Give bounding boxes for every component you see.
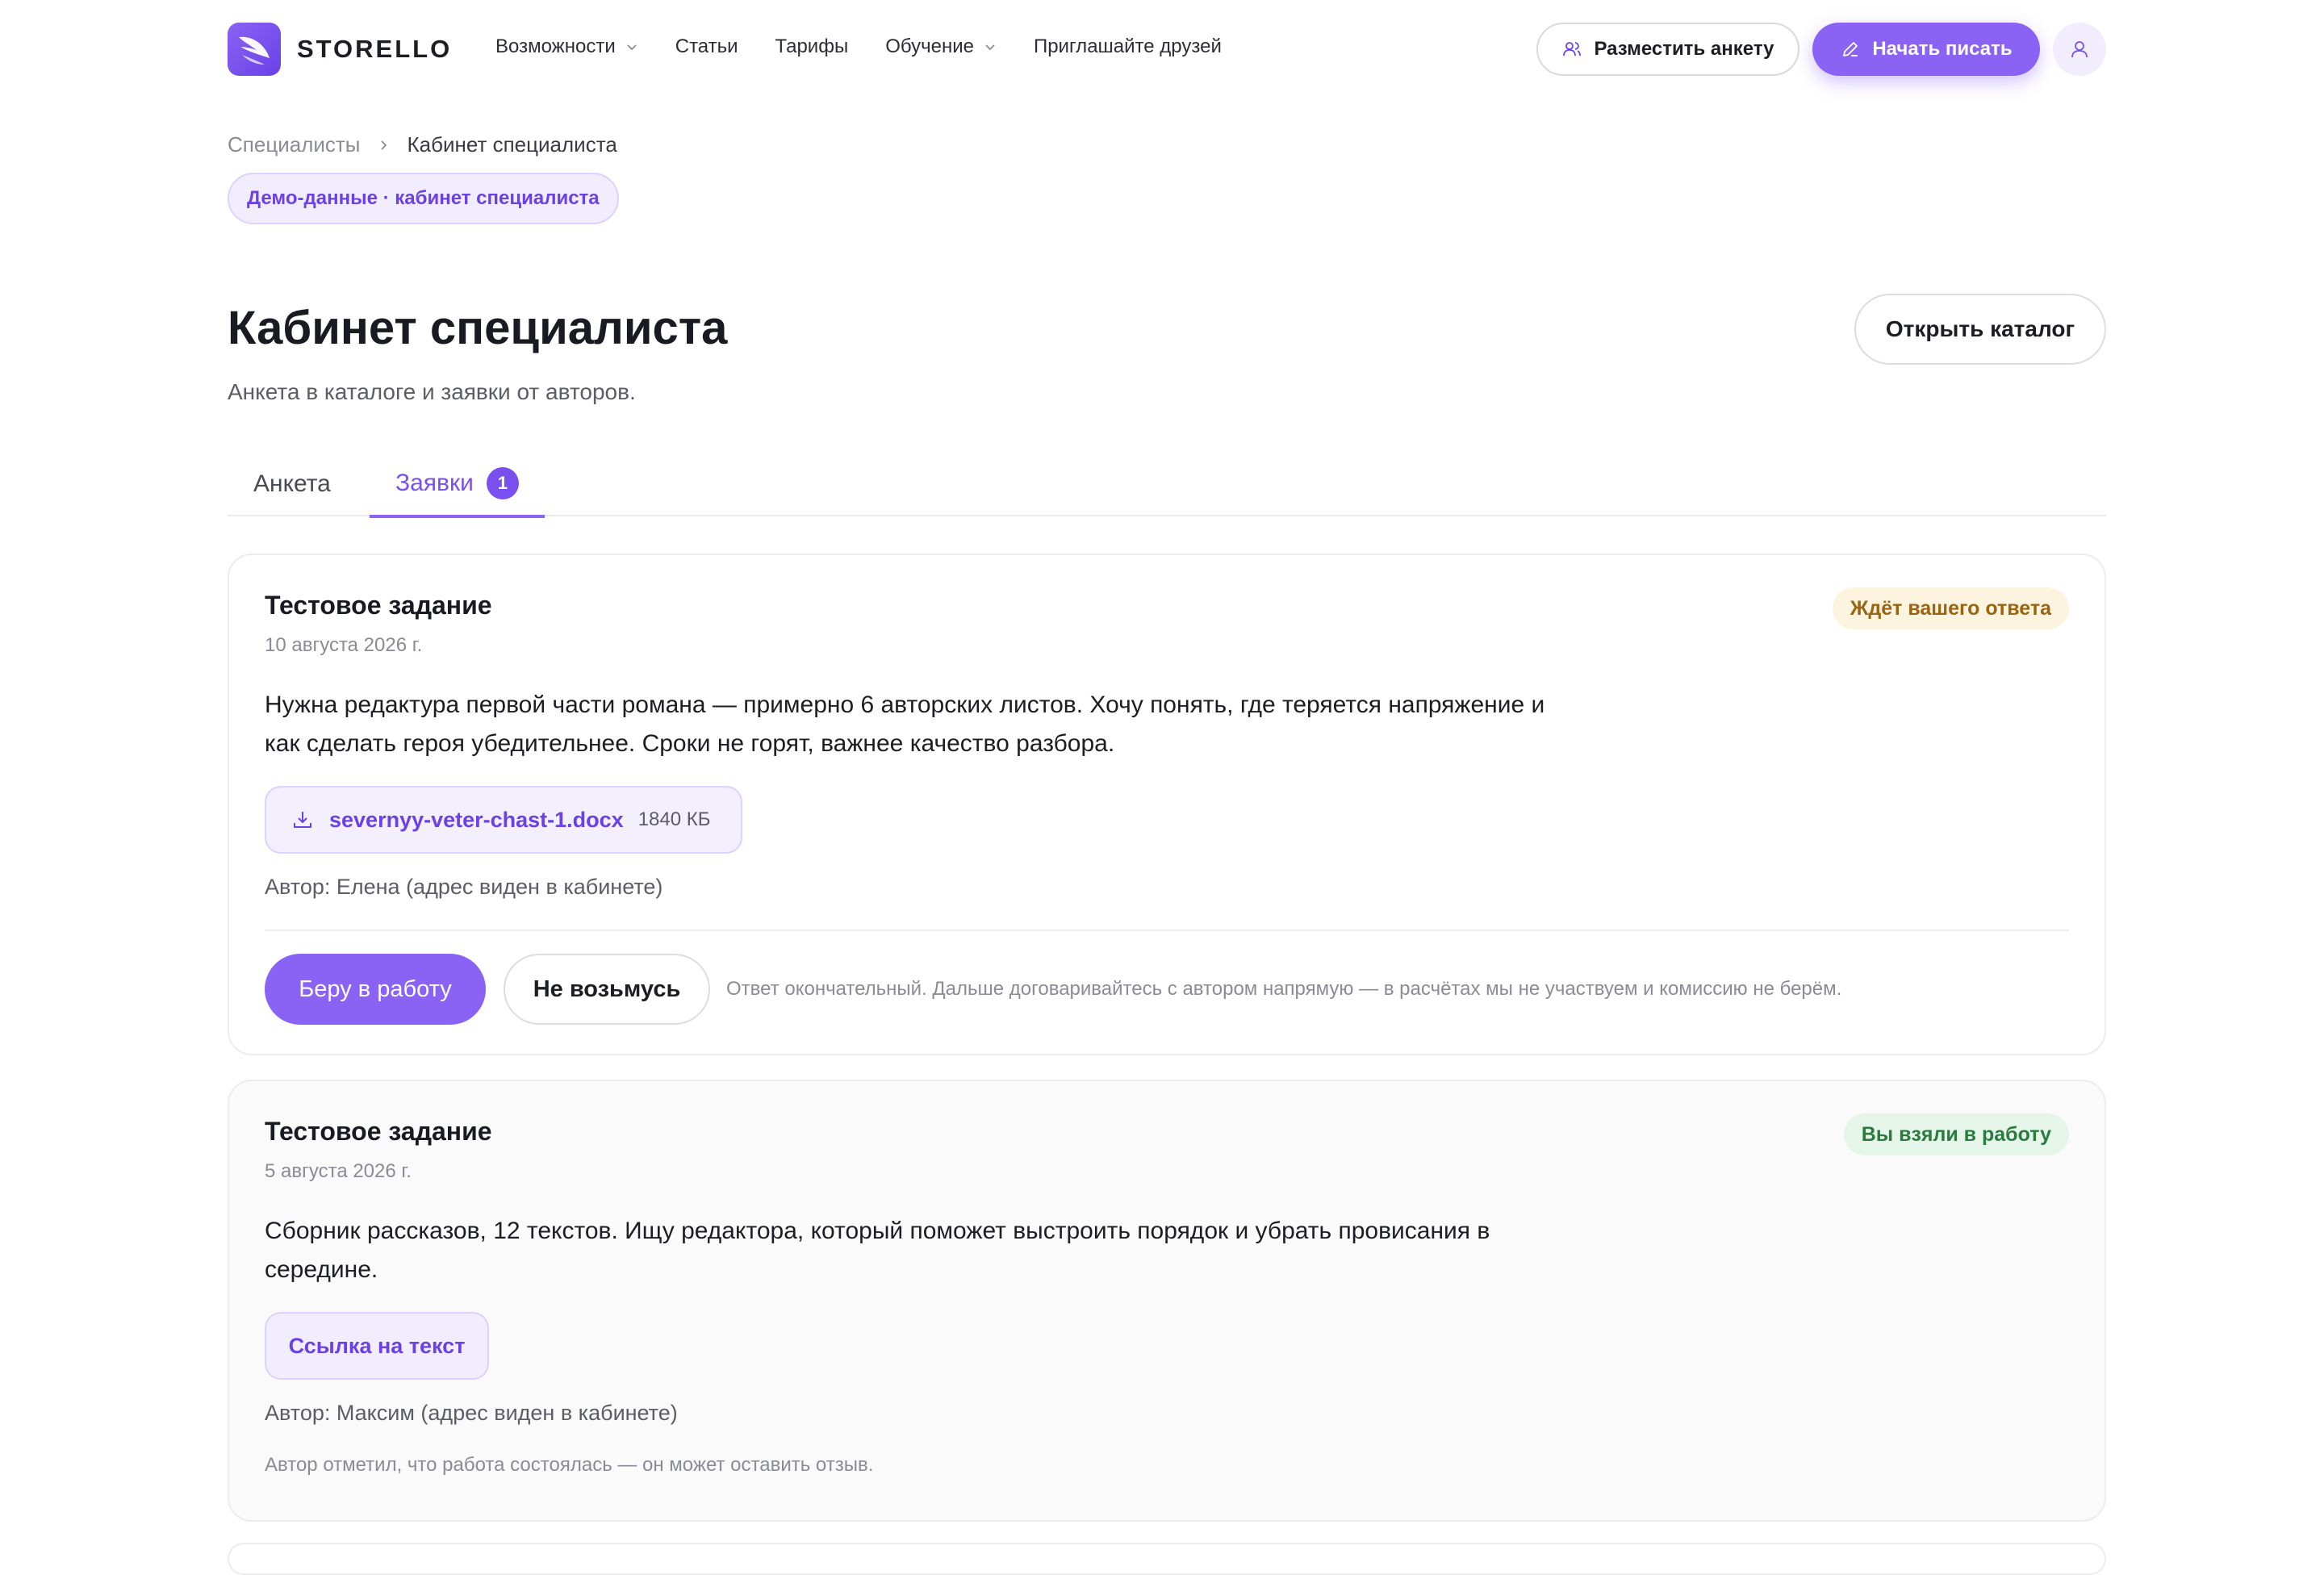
attachment-download[interactable]: severnyy-veter-chast-1.docx 1840 КБ xyxy=(265,786,742,854)
tab-bar: Анкета Заявки 1 xyxy=(228,452,2106,518)
requests-count-badge: 1 xyxy=(486,467,519,499)
request-text: Нужна редактура первой части романа — пр… xyxy=(265,691,1545,757)
top-header: STORELLO Возможности Статьи Тарифы Обуче… xyxy=(228,0,2106,97)
page-subtitle: Анкета в каталоге и заявки от авторов. xyxy=(228,379,636,404)
breadcrumb-current: Кабинет специалиста xyxy=(407,132,617,157)
pencil-icon xyxy=(1843,42,1858,56)
user-avatar[interactable] xyxy=(2053,23,2106,76)
chevron-down-icon xyxy=(985,44,995,51)
download-icon xyxy=(294,812,311,828)
decline-request-button[interactable]: Не возьмусь xyxy=(504,954,710,1025)
request-date: 5 августа 2026 г. xyxy=(265,1160,412,1182)
status-badge: Ждёт вашего ответа xyxy=(1832,587,2069,629)
request-title: Тестовое задание xyxy=(265,591,492,620)
start-writing-button[interactable]: Начать писать xyxy=(1812,23,2040,76)
tab-requests[interactable]: Заявки 1 xyxy=(370,452,545,518)
nav-item-pricing[interactable]: Тарифы xyxy=(775,36,849,58)
attachment-file-name: severnyy-veter-chast-1.docx xyxy=(329,807,624,832)
nav-item-invite-friends[interactable]: Приглашайте друзей xyxy=(1034,36,1222,58)
main-nav: Возможности Статьи Тарифы Обучение Пригл… xyxy=(495,36,1222,58)
response-note: Ответ окончательный. Дальше договаривайт… xyxy=(726,978,1842,1000)
brand-logo[interactable]: STORELLO xyxy=(228,23,452,76)
attachment-file-size: 1840 КБ xyxy=(637,808,711,830)
nav-item-learning[interactable]: Обучение xyxy=(885,36,997,58)
request-card xyxy=(228,1543,2106,1575)
nav-item-articles[interactable]: Статьи xyxy=(675,36,738,58)
users-icon xyxy=(1563,42,1582,56)
request-footnote: Автор отметил, что работа состоялась — о… xyxy=(265,1454,874,1476)
request-title: Тестовое задание xyxy=(265,1117,492,1146)
request-author: Автор: Елена (адрес виден в кабинете) xyxy=(265,875,663,899)
brand-name: STORELLO xyxy=(297,35,453,63)
nav-item-features[interactable]: Возможности xyxy=(495,36,638,58)
chevron-down-icon xyxy=(627,44,637,51)
request-card: Тестовое задание 10 августа 2026 г. Ждёт… xyxy=(228,554,2106,1055)
breadcrumb-specialists-link[interactable]: Специалисты xyxy=(228,132,360,157)
post-profile-button[interactable]: Разместить анкету xyxy=(1536,23,1799,76)
accept-request-button[interactable]: Беру в работу xyxy=(265,954,486,1025)
user-icon xyxy=(2071,41,2088,58)
request-card: Тестовое задание 5 августа 2026 г. Вы вз… xyxy=(228,1080,2106,1522)
card-divider xyxy=(265,930,2069,931)
breadcrumb: Специалисты Кабинет специалиста xyxy=(228,132,617,157)
page-title: Кабинет специалиста xyxy=(228,302,728,354)
request-author: Автор: Максим (адрес виден в кабинете) xyxy=(265,1401,678,1425)
feather-logo-icon xyxy=(228,23,281,76)
request-text: Сборник рассказов, 12 текстов. Ищу редак… xyxy=(265,1218,1490,1283)
status-badge: Вы взяли в работу xyxy=(1843,1113,2069,1155)
open-catalog-button[interactable]: Открыть каталог xyxy=(1854,294,2106,365)
chevron-right-icon xyxy=(381,140,387,150)
text-link-button[interactable]: Ссылка на текст xyxy=(265,1312,489,1380)
request-date: 10 августа 2026 г. xyxy=(265,634,423,656)
demo-data-badge: Демо-данные · кабинет специалиста xyxy=(228,173,619,224)
tab-profile[interactable]: Анкета xyxy=(253,452,331,516)
